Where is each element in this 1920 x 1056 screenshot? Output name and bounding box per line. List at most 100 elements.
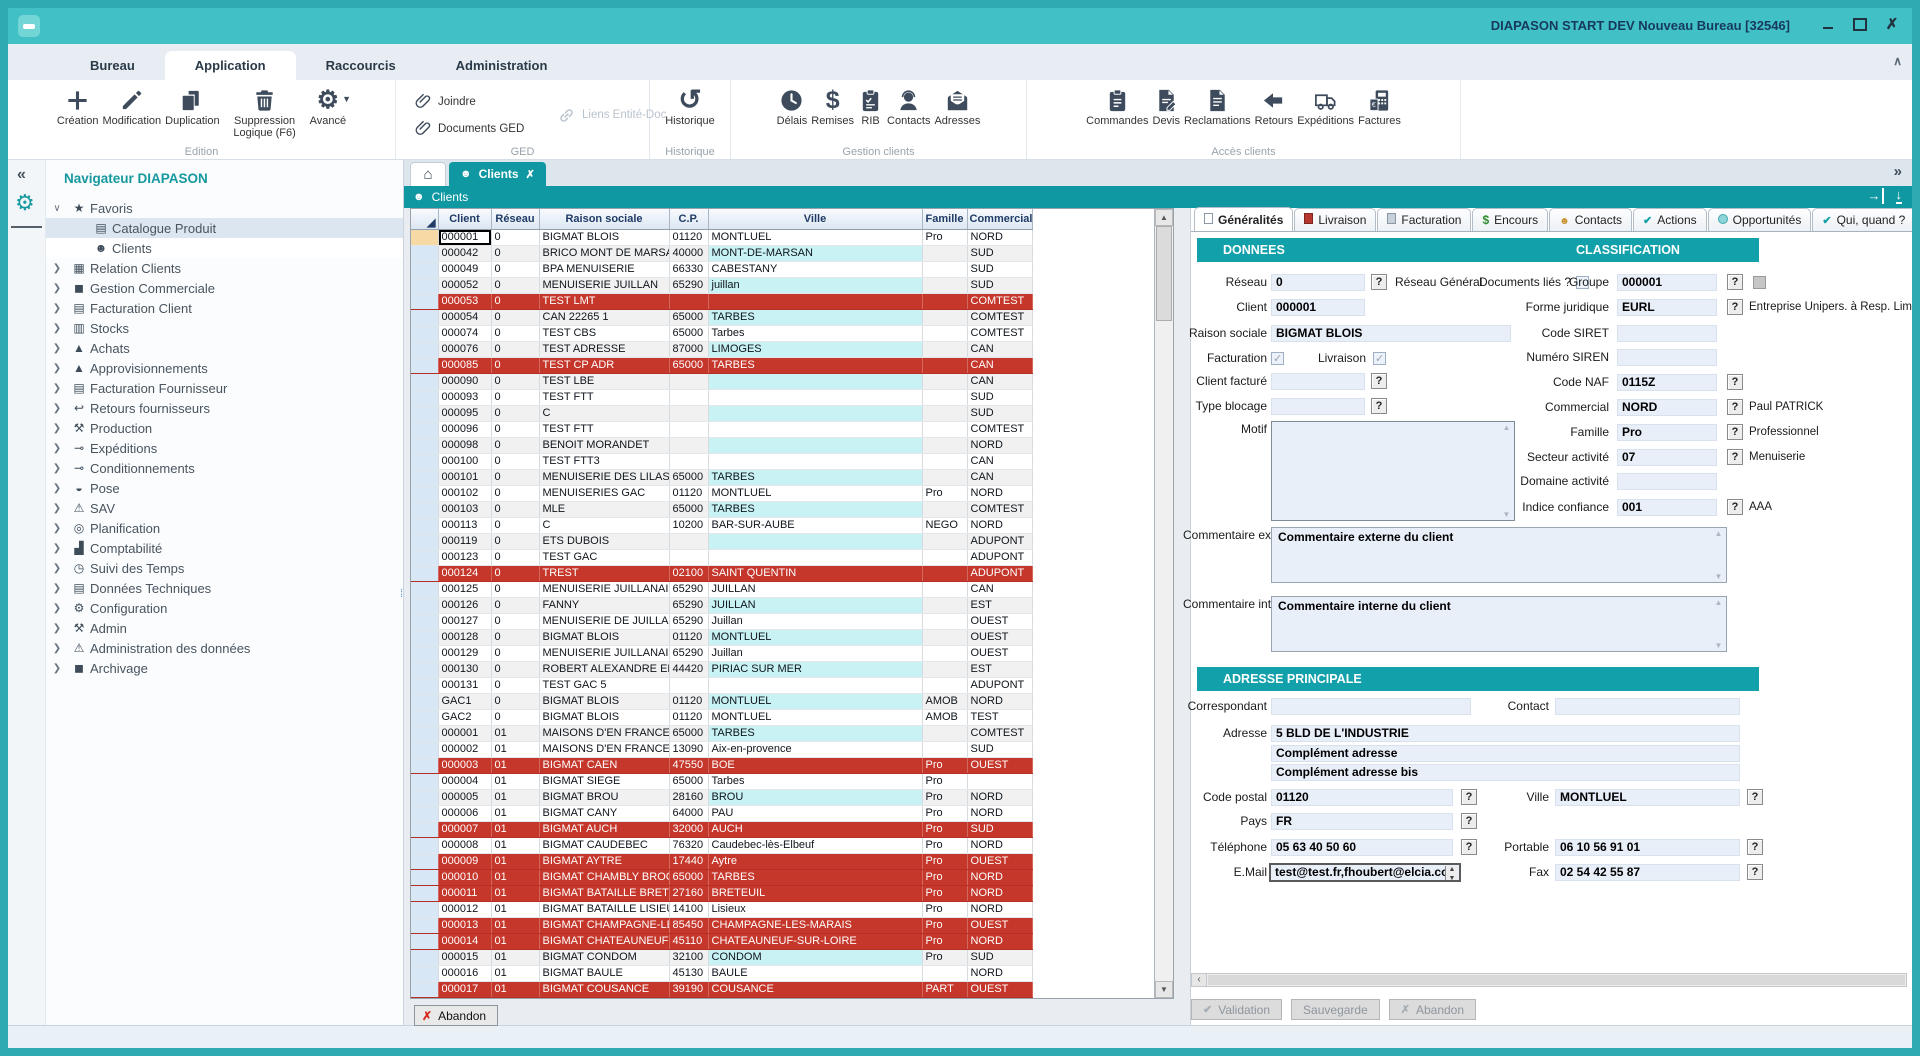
cell-commercial[interactable]: ADUPONT [967,549,1032,565]
cell-c-p[interactable]: 65290 [669,277,708,293]
cell-raison-sociale[interactable]: BIGMAT AUCH [539,821,669,837]
cell-famille[interactable] [922,741,967,757]
cell-client[interactable]: 000006 [438,805,491,821]
row-selector[interactable] [411,341,438,357]
scrollbar-thumb[interactable] [1208,975,1905,985]
code-postal-field[interactable]: 01120 [1271,789,1453,806]
cell-ville[interactable] [708,677,922,693]
table-row[interactable]: 0000850TEST CP ADR65000TARBESCAN [411,357,1032,373]
cell-raison-sociale[interactable]: MENUISERIE JUILLANAIS [539,581,669,597]
cell-famille[interactable]: Pro [922,485,967,501]
cell-commercial[interactable]: NORD [967,485,1032,501]
cell-reseau[interactable]: 01 [491,789,539,805]
cell-famille[interactable] [922,613,967,629]
sidebar-item-relation-clients[interactable]: ❯▦Relation Clients [46,258,403,278]
ribbon-button-documents-ged[interactable]: Documents GED [414,120,532,137]
cell-raison-sociale[interactable]: BPA MENUISERIE [539,261,669,277]
cell-raison-sociale[interactable]: BIGMAT CAEN [539,757,669,773]
cell-client[interactable]: 000125 [438,581,491,597]
table-row[interactable]: 0001020MENUISERIES GAC01120MONTLUELProNO… [411,485,1032,501]
table-row[interactable]: 00000701BIGMAT AUCH32000AUCHProSUD [411,821,1032,837]
cell-commercial[interactable]: OUEST [967,613,1032,629]
fax-help-button[interactable] [1747,864,1763,880]
cell-c-p[interactable]: 27160 [669,885,708,901]
chevron-right-icon[interactable]: ❯ [46,583,68,594]
table-row[interactable]: 0001240TREST02100SAINT QUENTINADUPONT [411,565,1032,581]
row-selector[interactable] [411,405,438,421]
export-down-icon[interactable]: ↓ [1896,188,1903,204]
cell-commercial[interactable]: OUEST [967,629,1032,645]
column-header-ville[interactable]: Ville [708,209,922,229]
table-row[interactable]: 0001190ETS DUBOISADUPONT [411,533,1032,549]
table-row[interactable]: 00001001BIGMAT CHAMBLY BROC65000TARBESPr… [411,869,1032,885]
row-selector[interactable] [411,965,438,981]
cell-raison-sociale[interactable]: BIGMAT BLOIS [539,709,669,725]
secteur-activite-field[interactable]: 07 [1617,449,1717,466]
row-selector[interactable] [411,453,438,469]
cell-famille[interactable] [922,725,967,741]
row-selector[interactable] [411,901,438,917]
cell-ville[interactable]: MONTLUEL [708,485,922,501]
cell-raison-sociale[interactable]: MENUISERIES GAC [539,485,669,501]
client-facture-field[interactable] [1271,373,1365,390]
cell-raison-sociale[interactable]: CAN 22265 1 [539,309,669,325]
gear-icon[interactable]: ⚙ [15,190,35,216]
more-tabs-icon[interactable]: » [1894,163,1902,180]
cell-reseau[interactable]: 0 [491,645,539,661]
cell-c-p[interactable]: 65290 [669,613,708,629]
cell-c-p[interactable]: 65290 [669,581,708,597]
sidebar-item-retours-fournisseurs[interactable]: ❯↩Retours fournisseurs [46,398,403,418]
cell-famille[interactable]: PART [922,981,967,997]
raison-sociale-field[interactable]: BIGMAT BLOIS [1271,325,1511,342]
cell-client[interactable]: 000095 [438,405,491,421]
cell-commercial[interactable]: COMTEST [967,501,1032,517]
table-row[interactable]: 0000420BRICO MONT DE MARSA40000MONT-DE-M… [411,245,1032,261]
cell-c-p[interactable]: 28160 [669,789,708,805]
scroll-up-icon[interactable]: ▲ [1712,529,1725,538]
cell-ville[interactable]: Aytre [708,853,922,869]
cell-client[interactable]: 000008 [438,837,491,853]
close-button[interactable]: ✗ [1884,16,1900,32]
row-selector[interactable] [411,261,438,277]
scroll-up-icon[interactable]: ▲ [1155,209,1173,226]
ribbon-button-modification[interactable]: Modification [100,85,163,127]
cell-client[interactable]: 000098 [438,437,491,453]
cell-client[interactable]: 000003 [438,757,491,773]
table-row[interactable]: 0001270MENUISERIE DE JUILLAN65290Juillan… [411,613,1032,629]
cell-c-p[interactable]: 87000 [669,341,708,357]
sidebar-item-achats[interactable]: ❯▲Achats [46,338,403,358]
motif-textarea[interactable]: ▲▼ [1271,421,1515,521]
cell-client[interactable]: 000053 [438,293,491,309]
table-row[interactable]: 0000490BPA MENUISERIE66330CABESTANYSUD [411,261,1032,277]
cell-client[interactable]: 000009 [438,853,491,869]
column-header-famille[interactable]: Famille [922,209,967,229]
cell-c-p[interactable]: 65000 [669,725,708,741]
ribbon-button-creation[interactable]: Création [55,85,101,127]
code-siret-field[interactable] [1617,325,1717,342]
sidebar-item-comptabilite[interactable]: ❯▟Comptabilité [46,538,403,558]
scroll-down-icon[interactable]: ▼ [1155,981,1173,998]
ribbon-button-historique[interactable]: ↺Historique [663,85,717,127]
cell-client[interactable]: 000010 [438,869,491,885]
contact-field[interactable] [1555,698,1740,715]
cell-commercial[interactable]: ADUPONT [967,533,1032,549]
table-row[interactable]: 00001401BIGMAT CHATEAUNEUF45110CHATEAUNE… [411,933,1032,949]
cell-c-p[interactable]: 76320 [669,837,708,853]
cell-client[interactable]: GAC2 [438,709,491,725]
row-selector[interactable] [411,325,438,341]
row-selector[interactable] [411,421,438,437]
cell-reseau[interactable]: 01 [491,853,539,869]
minimize-button[interactable] [1820,16,1836,32]
table-row[interactable]: 0001300ROBERT ALEXANDRE EN44420PIRIAC SU… [411,661,1032,677]
type-blocage-help-button[interactable] [1371,398,1387,414]
cell-raison-sociale[interactable]: BIGMAT BROU [539,789,669,805]
cell-commercial[interactable]: COMTEST [967,421,1032,437]
cell-ville[interactable]: Juillan [708,645,922,661]
ribbon-button-commandes[interactable]: Commandes [1084,85,1150,127]
cell-raison-sociale[interactable]: MENUISERIE DE JUILLAN [539,613,669,629]
cell-ville[interactable]: COUSANCE [708,981,922,997]
cell-raison-sociale[interactable]: BIGMAT BATAILLE BRET [539,885,669,901]
cell-ville[interactable]: CONDOM [708,949,922,965]
cell-client[interactable]: 000103 [438,501,491,517]
cell-c-p[interactable]: 02100 [669,565,708,581]
